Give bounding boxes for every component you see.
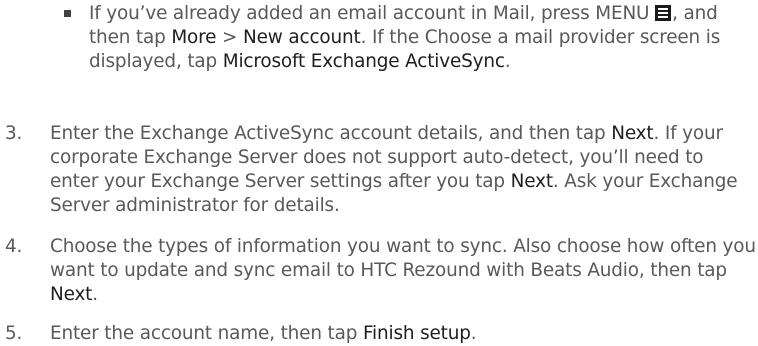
bullet-end: . [504,51,511,72]
more-label: More [171,27,217,48]
step-number: 5. [5,323,23,344]
step-number: 3. [5,123,23,144]
gt-symbol: > [222,27,238,48]
next-label: Next [50,284,93,305]
bullet-marker [64,10,71,17]
menu-icon [655,5,672,21]
step-4-text-2: . [92,284,98,305]
exchange-activesync-label: Microsoft Exchange ActiveSync [222,51,505,72]
next-label: Next [510,171,553,192]
bullet-item-add-account: If you’ve already added an email account… [64,2,751,74]
step-3-text-1: Enter the Exchange ActiveSync account de… [50,123,606,144]
step-number: 4. [5,236,23,257]
finish-setup-label: Finish setup [362,323,471,344]
step-4-text-1: Choose the types of information you want… [50,236,756,281]
step-text: Enter the account name, then tap Finish … [50,322,756,346]
step-5-text-2: . [470,323,477,344]
next-label: Next [611,123,654,144]
manual-page: If you’ve already added an email account… [0,0,758,345]
step-5-text-1: Enter the account name, then tap [50,323,358,344]
new-account-label: New account [243,27,361,48]
step-text: Choose the types of information you want… [50,235,756,307]
bullet-text-1: If you’ve already added an email account… [89,3,650,24]
step-text: Enter the Exchange ActiveSync account de… [50,122,756,218]
